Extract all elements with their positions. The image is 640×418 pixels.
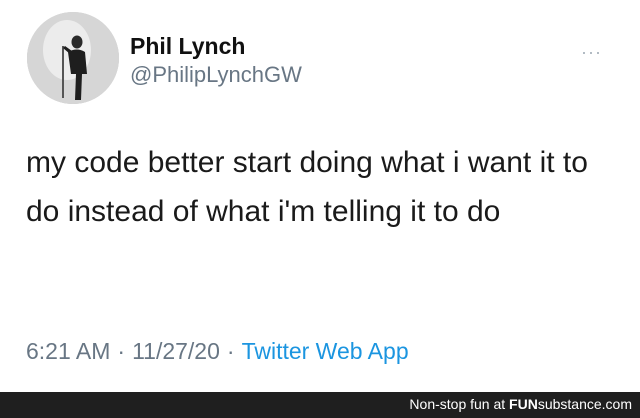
watermark-prefix: Non-stop fun at (409, 396, 510, 412)
tweet-text: my code better start doing what i want i… (26, 146, 588, 228)
tweet-time[interactable]: 6:21 AM (26, 338, 110, 364)
tweet-meta: 6:21 AM · 11/27/20 · Twitter Web App (26, 338, 409, 365)
avatar-photo (27, 12, 119, 104)
watermark-bar: Non-stop fun at FUNsubstance.com (0, 392, 640, 418)
display-name[interactable]: Phil Lynch (130, 33, 245, 60)
watermark-brand-fun: FUN (509, 396, 538, 412)
meta-separator: · (226, 338, 235, 364)
tweet-card: Phil Lynch @PhilipLynchGW ··· my code be… (0, 0, 640, 392)
more-options-icon[interactable]: ··· (581, 42, 602, 63)
tweet-date[interactable]: 11/27/20 (132, 338, 220, 364)
user-handle[interactable]: @PhilipLynchGW (130, 62, 302, 88)
meta-separator: · (117, 338, 126, 364)
watermark-brand-rest: substance.com (537, 396, 632, 412)
avatar[interactable] (27, 12, 119, 104)
watermark-text: Non-stop fun at FUNsubstance.com (409, 396, 632, 412)
tweet-source-link[interactable]: Twitter Web App (242, 338, 409, 364)
